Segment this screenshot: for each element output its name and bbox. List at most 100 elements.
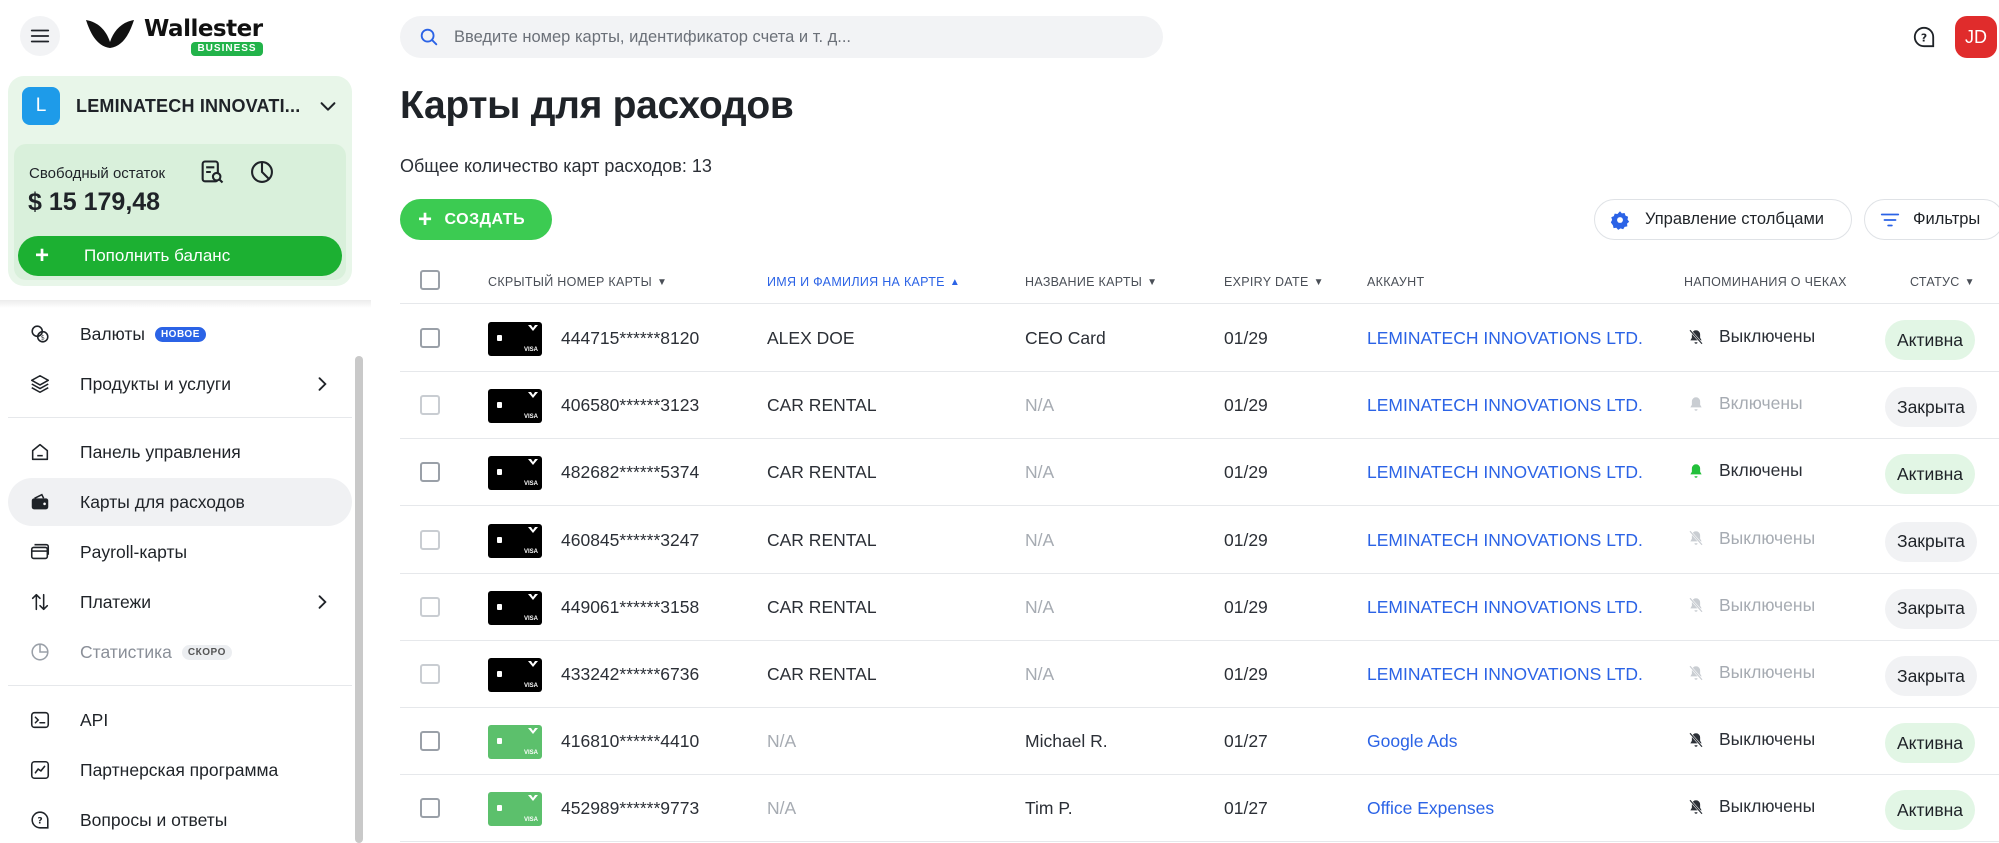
search-bar[interactable] bbox=[400, 16, 1163, 58]
row-checkbox[interactable] bbox=[420, 731, 440, 752]
column-header-label: НАПОМИНАНИЯ О ЧЕКАХ bbox=[1684, 275, 1847, 289]
expiry-date: 01/29 bbox=[1224, 529, 1268, 550]
sidebar-item-products[interactable]: Продукты и услуги bbox=[8, 360, 352, 408]
table-row[interactable]: VISA 406580******3123 CAR RENTAL N/A 01/29 LE… bbox=[400, 372, 1999, 440]
terminal-icon bbox=[30, 711, 50, 729]
topup-balance-button[interactable]: + Пополнить баланс bbox=[18, 236, 342, 276]
account-selector[interactable]: L LEMINATECH INNOVATI... bbox=[8, 76, 352, 136]
row-checkbox[interactable] bbox=[420, 328, 440, 348]
chevron-down-icon bbox=[320, 102, 336, 111]
expiry-date: 01/27 bbox=[1224, 798, 1268, 819]
sidebar-item-payments[interactable]: Платежи bbox=[8, 578, 352, 626]
balance-chart-icon[interactable] bbox=[248, 158, 276, 186]
card-number[interactable]: 433242******6736 bbox=[561, 664, 699, 685]
svg-text:?: ? bbox=[1921, 31, 1927, 44]
card-number[interactable]: 449061******3158 bbox=[561, 597, 699, 618]
card-number[interactable]: 452989******9773 bbox=[561, 798, 699, 819]
column-header-name-on-card[interactable]: ИМЯ И ФАМИЛИЯ НА КАРТЕ ▲ bbox=[767, 275, 960, 289]
pie-chart-icon bbox=[31, 643, 49, 661]
sidebar-item-faq[interactable]: ? Вопросы и ответы bbox=[8, 796, 352, 843]
table-row[interactable]: VISA 449061******3158 CAR RENTAL N/A 01/29 LE… bbox=[400, 574, 1999, 641]
card-number[interactable]: 406580******3123 bbox=[561, 395, 699, 416]
card-thumbnail: VISA bbox=[488, 590, 542, 625]
card-thumbnail: VISA bbox=[488, 792, 542, 827]
filters-button[interactable]: Фильтры bbox=[1864, 199, 1999, 240]
select-all-checkbox[interactable] bbox=[420, 270, 440, 290]
name-on-card: CAR RENTAL bbox=[767, 596, 877, 617]
row-checkbox[interactable] bbox=[420, 529, 440, 550]
column-header-label: EXPIRY DATE bbox=[1224, 275, 1309, 289]
account-link[interactable]: LEMINATECH INNOVATIONS LTD. bbox=[1367, 530, 1643, 551]
sidebar-item-label: Платежи bbox=[80, 591, 151, 612]
account-link[interactable]: Google Ads bbox=[1367, 731, 1457, 752]
bell-off-icon bbox=[1689, 530, 1703, 546]
topup-balance-label: Пополнить баланс bbox=[84, 246, 231, 265]
visa-logo: VISA bbox=[523, 615, 538, 622]
bell-icon bbox=[1690, 464, 1702, 478]
bell-off-icon bbox=[1689, 597, 1703, 613]
sidebar-header: Wallester BUSINESS bbox=[20, 16, 350, 56]
account-link[interactable]: LEMINATECH INNOVATIONS LTD. bbox=[1367, 328, 1643, 349]
card-number[interactable]: 444715******8120 bbox=[561, 328, 699, 349]
table-row[interactable]: VISA 482682******5374 CAR RENTAL N/A 01/29 LE… bbox=[400, 439, 1999, 507]
card-number[interactable]: 416810******4410 bbox=[561, 731, 699, 752]
column-header-label: СТАТУС bbox=[1910, 275, 1960, 289]
cards-icon bbox=[30, 543, 50, 560]
table-row[interactable]: VISA 416810******4410 N/A Michael R. 01/27 Go… bbox=[400, 708, 1999, 776]
row-checkbox[interactable] bbox=[420, 596, 440, 617]
sidebar-item-label: Партнерская программа bbox=[80, 759, 279, 780]
table-row[interactable]: VISA 452989******9773 N/A Tim P. 01/27 Office… bbox=[400, 775, 1999, 843]
row-checkbox[interactable] bbox=[420, 664, 440, 684]
row-checkbox[interactable] bbox=[420, 395, 440, 416]
row-checkbox[interactable] bbox=[420, 462, 440, 483]
manage-columns-label: Управление столбцами bbox=[1645, 210, 1825, 228]
column-header-expiry[interactable]: EXPIRY DATE ▼ bbox=[1224, 275, 1324, 289]
account-link[interactable]: LEMINATECH INNOVATIONS LTD. bbox=[1367, 597, 1643, 618]
row-checkbox[interactable] bbox=[420, 798, 440, 819]
sort-down-icon: ▼ bbox=[1147, 276, 1158, 288]
card-chip-icon bbox=[497, 738, 502, 745]
table-row[interactable]: VISA 444715******8120 ALEX DOE CEO Card 01/2… bbox=[400, 305, 1999, 372]
growth-chart-icon bbox=[30, 760, 50, 780]
chevron-right-icon bbox=[318, 595, 327, 609]
table-row[interactable]: VISA 433242******6736 CAR RENTAL N/A 01/29 LE… bbox=[400, 641, 1999, 708]
card-number[interactable]: 482682******5374 bbox=[561, 462, 699, 483]
sidebar: Wallester BUSINESS L LEMINATECH INNOVATI… bbox=[0, 0, 371, 843]
sort-up-icon: ▲ bbox=[949, 276, 961, 288]
card-chip-icon bbox=[497, 402, 502, 409]
menu-toggle-button[interactable] bbox=[20, 16, 60, 56]
wallester-logo-icon bbox=[84, 16, 136, 57]
sidebar-scrollbar[interactable] bbox=[355, 356, 363, 843]
column-header-status[interactable]: СТАТУС ▼ bbox=[1910, 275, 1975, 289]
column-header-card-number[interactable]: СКРЫТЫЙ НОМЕР КАРТЫ ▼ bbox=[488, 275, 667, 289]
table-row[interactable]: VISA 460845******3247 CAR RENTAL N/A 01/29 LE… bbox=[400, 507, 1999, 574]
new-badge: НОВОЕ bbox=[154, 326, 206, 342]
sidebar-item-expense-cards[interactable]: Карты для расходов bbox=[8, 478, 352, 526]
search-icon bbox=[420, 28, 438, 46]
search-input[interactable] bbox=[454, 27, 1134, 47]
account-link[interactable]: Office Expenses bbox=[1367, 798, 1494, 819]
manage-columns-button[interactable]: Управление столбцами bbox=[1594, 199, 1852, 240]
account-link[interactable]: LEMINATECH INNOVATIONS LTD. bbox=[1367, 395, 1643, 416]
sidebar-item-currencies[interactable]: $ Валюты НОВОЕ bbox=[8, 310, 352, 358]
help-icon[interactable]: ? bbox=[1911, 24, 1937, 50]
sidebar-item-dashboard[interactable]: Панель управления bbox=[8, 428, 352, 476]
column-header-card-name[interactable]: НАЗВАНИЕ КАРТЫ ▼ bbox=[1025, 275, 1157, 289]
sidebar-item-statistics[interactable]: Статистика СКОРО bbox=[8, 628, 352, 676]
balance-value: $ 15 179,48 bbox=[28, 188, 161, 216]
sidebar-item-payroll[interactable]: Payroll-карты bbox=[8, 528, 352, 576]
name-on-card: N/A bbox=[767, 798, 797, 819]
sidebar-item-partner[interactable]: Партнерская программа bbox=[8, 746, 352, 794]
statement-search-icon[interactable] bbox=[198, 158, 226, 186]
receipt-reminder: Выключены bbox=[1687, 326, 1815, 347]
wallester-logo-icon bbox=[528, 728, 538, 735]
brand-logo[interactable]: Wallester BUSINESS bbox=[84, 16, 263, 57]
create-card-button[interactable]: + СОЗДАТЬ bbox=[400, 199, 552, 240]
total-cards-count: Общее количество карт расходов: 13 bbox=[400, 156, 712, 176]
sidebar-item-api[interactable]: API bbox=[8, 696, 352, 744]
account-link[interactable]: LEMINATECH INNOVATIONS LTD. bbox=[1367, 462, 1643, 483]
user-avatar[interactable]: JD bbox=[1955, 16, 1997, 58]
card-name: N/A bbox=[1025, 395, 1055, 416]
account-link[interactable]: LEMINATECH INNOVATIONS LTD. bbox=[1367, 664, 1643, 685]
card-number[interactable]: 460845******3247 bbox=[561, 530, 699, 551]
